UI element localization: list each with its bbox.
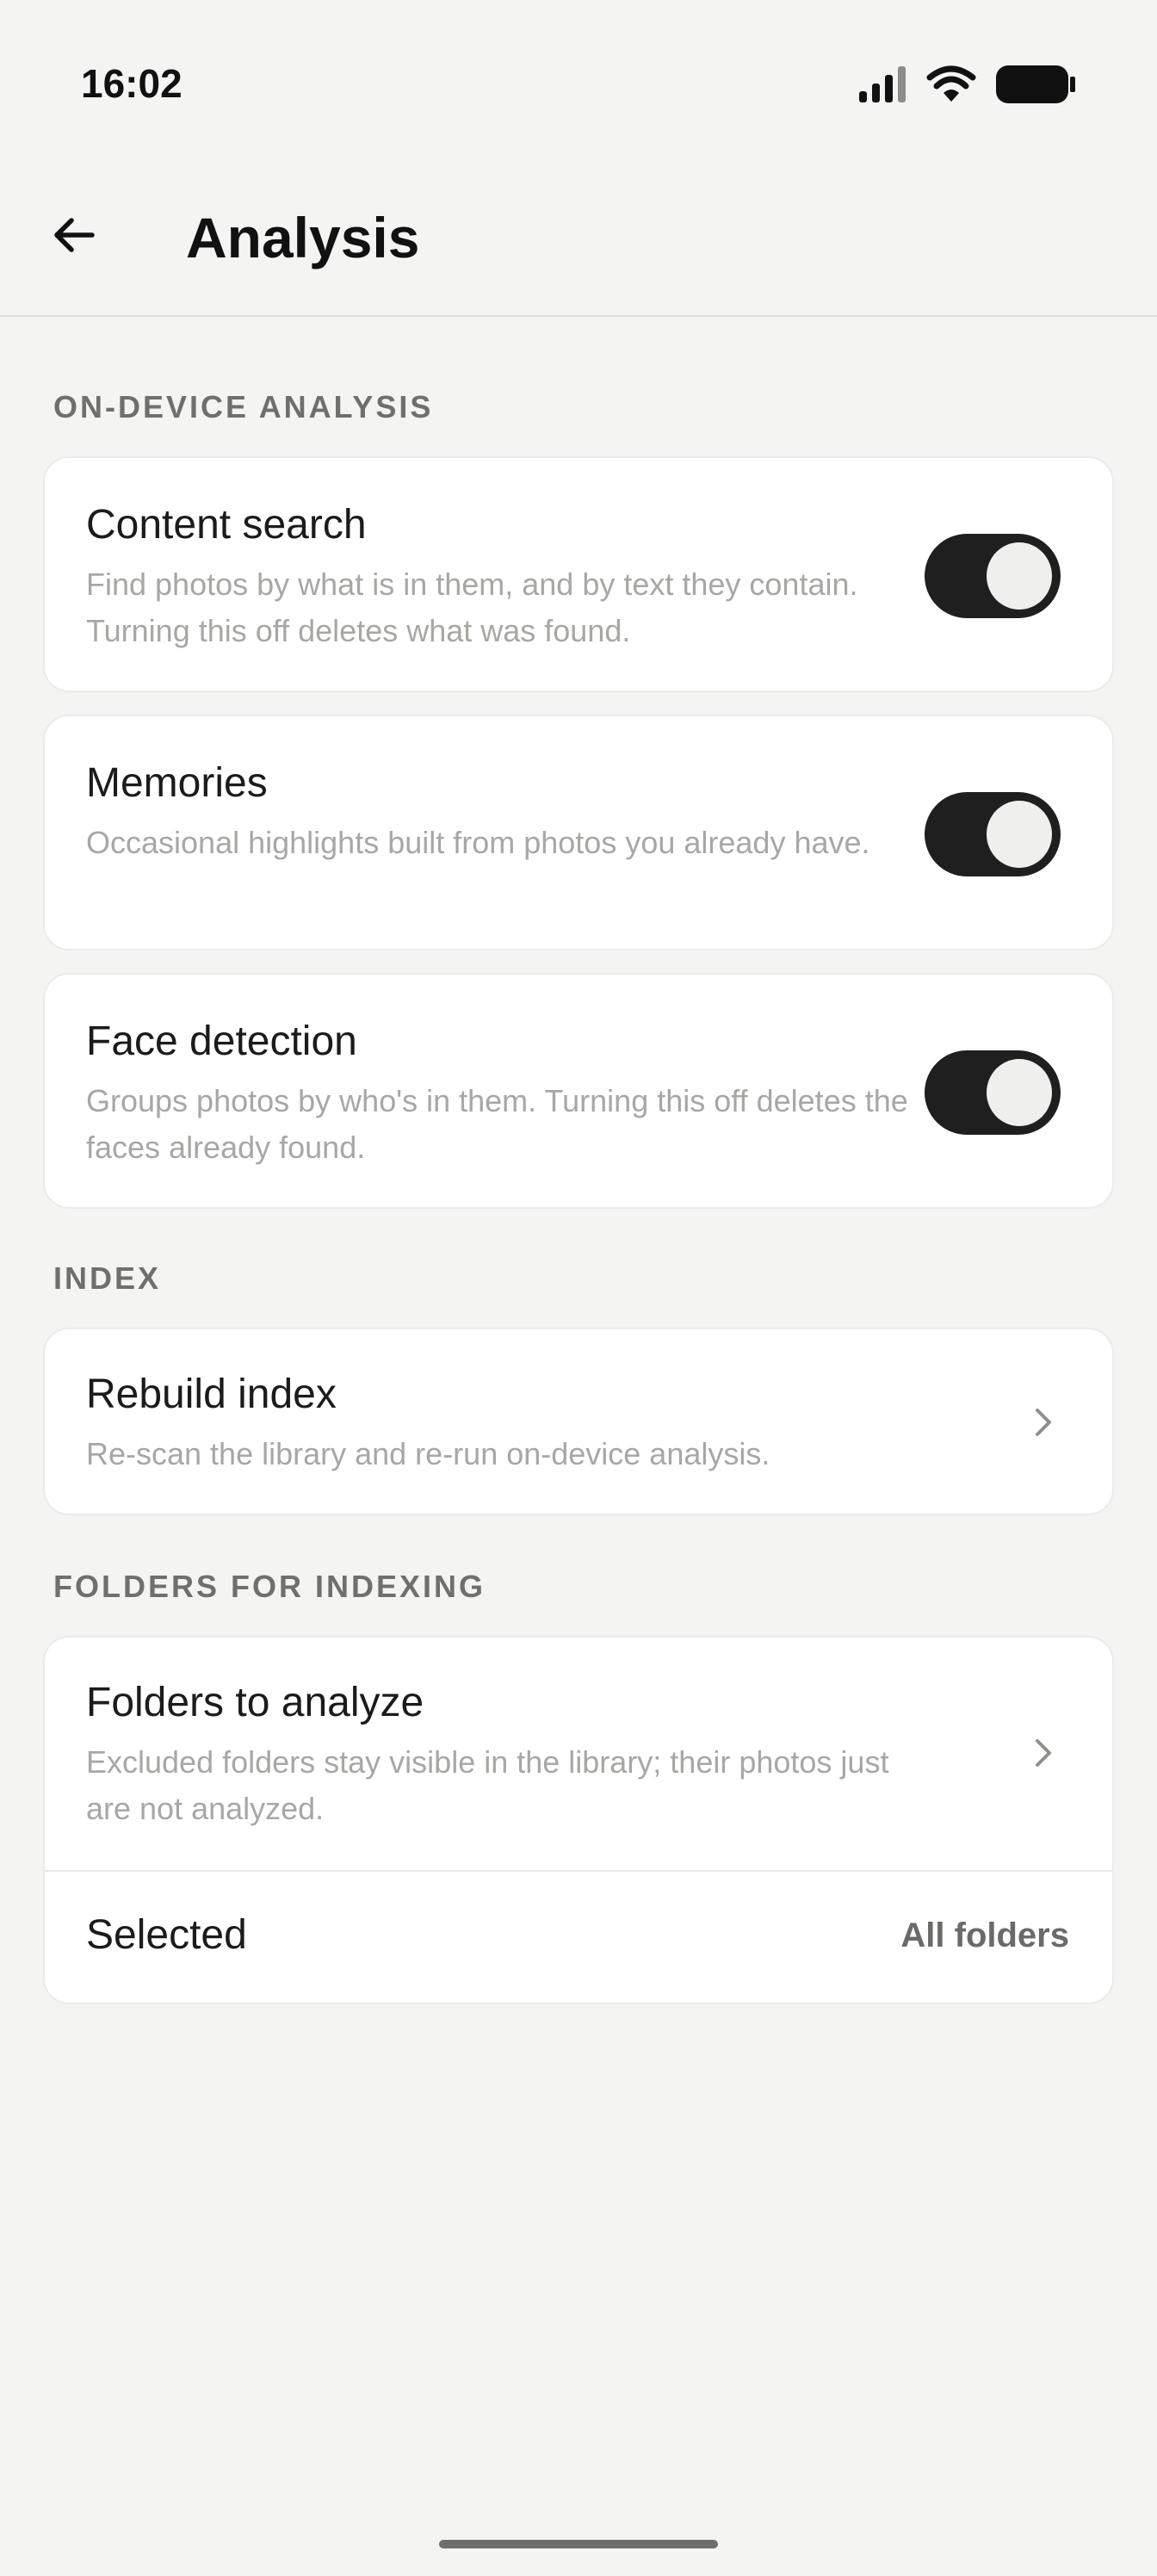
wifi-icon [926,65,976,108]
rebuild-index-description: Re-scan the library and re-run on-device… [86,1436,770,1471]
back-button[interactable] [34,198,112,276]
status-icons [857,65,1076,107]
rebuild-index-title: Rebuild index [86,1372,337,1417]
selected-label: Selected [86,1912,247,1958]
status-bar: 16:02 [0,0,1157,146]
status-time: 16:02 [81,61,183,106]
chevron-right-icon [1026,1727,1061,1779]
section-header-index: INDEX [53,1260,162,1296]
selected-folders-row[interactable]: Selected All folders [45,1872,1112,2003]
memories-description: Occasional highlights built from photos … [86,825,870,860]
page-title: Analysis [186,206,420,269]
section-header-folders-for-indexing: FOLDERS FOR INDEXING [53,1569,486,1604]
toggle-knob [987,801,1052,868]
chevron-right-icon [1026,1396,1061,1448]
content-search-toggle[interactable] [925,534,1061,618]
battery-icon [995,65,1076,108]
face-detection-title: Face detection [86,1019,357,1064]
rebuild-index-row[interactable]: Rebuild index Re-scan the library and re… [43,1328,1114,1515]
content-search-card[interactable]: Content search Find photos by what is in… [43,456,1114,692]
folders-to-analyze-row[interactable]: Folders to analyze Excluded folders stay… [45,1638,1112,1872]
section-header-on-device-analysis: ON-DEVICE ANALYSIS [53,389,434,424]
content-search-description: Find photos by what is in them, and by t… [86,567,858,648]
memories-title: Memories [86,760,268,806]
content-search-title: Content search [86,502,367,548]
face-detection-card[interactable]: Face detection Groups photos by who's in… [43,973,1114,1209]
cellular-signal-icon [857,65,907,108]
arrow-left-icon [49,211,97,263]
app-bar: Analysis [0,164,1157,317]
home-indicator[interactable] [439,2540,718,2548]
memories-card[interactable]: Memories Occasional highlights built fro… [43,715,1114,951]
selected-folders-value: All folders [900,1917,1069,1954]
folders-to-analyze-title: Folders to analyze [86,1680,424,1725]
memories-toggle[interactable] [925,792,1061,876]
folders-to-analyze-description: Excluded folders stay visible in the lib… [86,1744,889,1826]
face-detection-description: Groups photos by who's in them. Turning … [86,1083,908,1165]
toggle-knob [987,1059,1052,1126]
toggle-knob [987,542,1052,610]
folders-card: Folders to analyze Excluded folders stay… [43,1636,1114,2004]
face-detection-toggle[interactable] [925,1050,1061,1135]
